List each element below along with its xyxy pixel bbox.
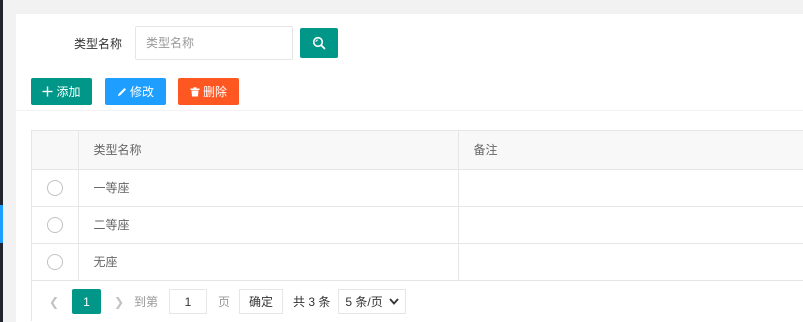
header-select-cell — [32, 131, 79, 170]
total-count: 共 3 条 — [293, 295, 331, 309]
sidebar-active-marker — [0, 205, 3, 243]
row-radio[interactable] — [46, 253, 63, 270]
data-table: 类型名称 备注 一等座 二等座 无座 ❮ 1 ❯ 到第 1 页 确定 共 3 条… — [31, 130, 803, 321]
current-page-button[interactable]: 1 — [72, 289, 101, 314]
row-remark — [458, 243, 803, 281]
search-icon — [312, 36, 326, 50]
row-type-name: 无座 — [78, 243, 459, 281]
table-row[interactable]: 一等座 — [32, 169, 803, 207]
add-button[interactable]: 添加 — [31, 78, 92, 105]
table-row[interactable]: 二等座 — [32, 206, 803, 244]
toolbar-divider — [16, 110, 803, 111]
header-remark: 备注 — [458, 131, 803, 170]
pencil-icon — [117, 87, 127, 97]
add-button-label: 添加 — [56, 85, 81, 99]
page-number-input[interactable] — [169, 289, 208, 314]
pagination: ❮ 1 ❯ 到第 页 确定 共 3 条 5 条/页 — [32, 281, 803, 322]
search-bar: 类型名称 — [16, 26, 803, 60]
trash-icon — [190, 86, 200, 97]
row-select-cell — [32, 243, 79, 281]
edit-button-label: 修改 — [129, 85, 154, 99]
search-label: 类型名称 — [74, 37, 123, 51]
page-unit-label: 页 — [218, 295, 231, 309]
edit-button[interactable]: 修改 — [105, 78, 166, 105]
row-select-cell — [32, 206, 79, 244]
main-panel: 类型名称 添加 修改 删除 — [16, 14, 803, 322]
delete-button-label: 删除 — [202, 85, 227, 99]
table-row[interactable]: 无座 — [32, 243, 803, 281]
chevron-down-icon — [389, 298, 399, 305]
row-remark — [458, 206, 803, 244]
row-radio[interactable] — [46, 179, 63, 196]
plus-icon — [42, 86, 53, 97]
page-size-value: 5 条/页 — [345, 295, 383, 309]
confirm-page-button[interactable]: 确定 — [239, 289, 284, 314]
row-radio[interactable] — [46, 216, 63, 233]
delete-button[interactable]: 删除 — [178, 78, 239, 105]
row-type-name: 二等座 — [78, 206, 459, 244]
table-header-row: 类型名称 备注 — [32, 131, 803, 170]
header-type-name: 类型名称 — [78, 131, 459, 170]
search-input[interactable] — [135, 26, 293, 60]
next-page-icon[interactable]: ❯ — [109, 295, 129, 309]
prev-page-icon[interactable]: ❮ — [44, 295, 64, 309]
row-remark — [458, 169, 803, 207]
search-button[interactable] — [300, 28, 338, 58]
sidebar-edge — [0, 0, 3, 322]
page-size-select[interactable]: 5 条/页 — [338, 289, 406, 314]
row-select-cell — [32, 169, 79, 207]
goto-label: 到第 — [134, 295, 159, 309]
row-type-name: 一等座 — [78, 169, 459, 207]
